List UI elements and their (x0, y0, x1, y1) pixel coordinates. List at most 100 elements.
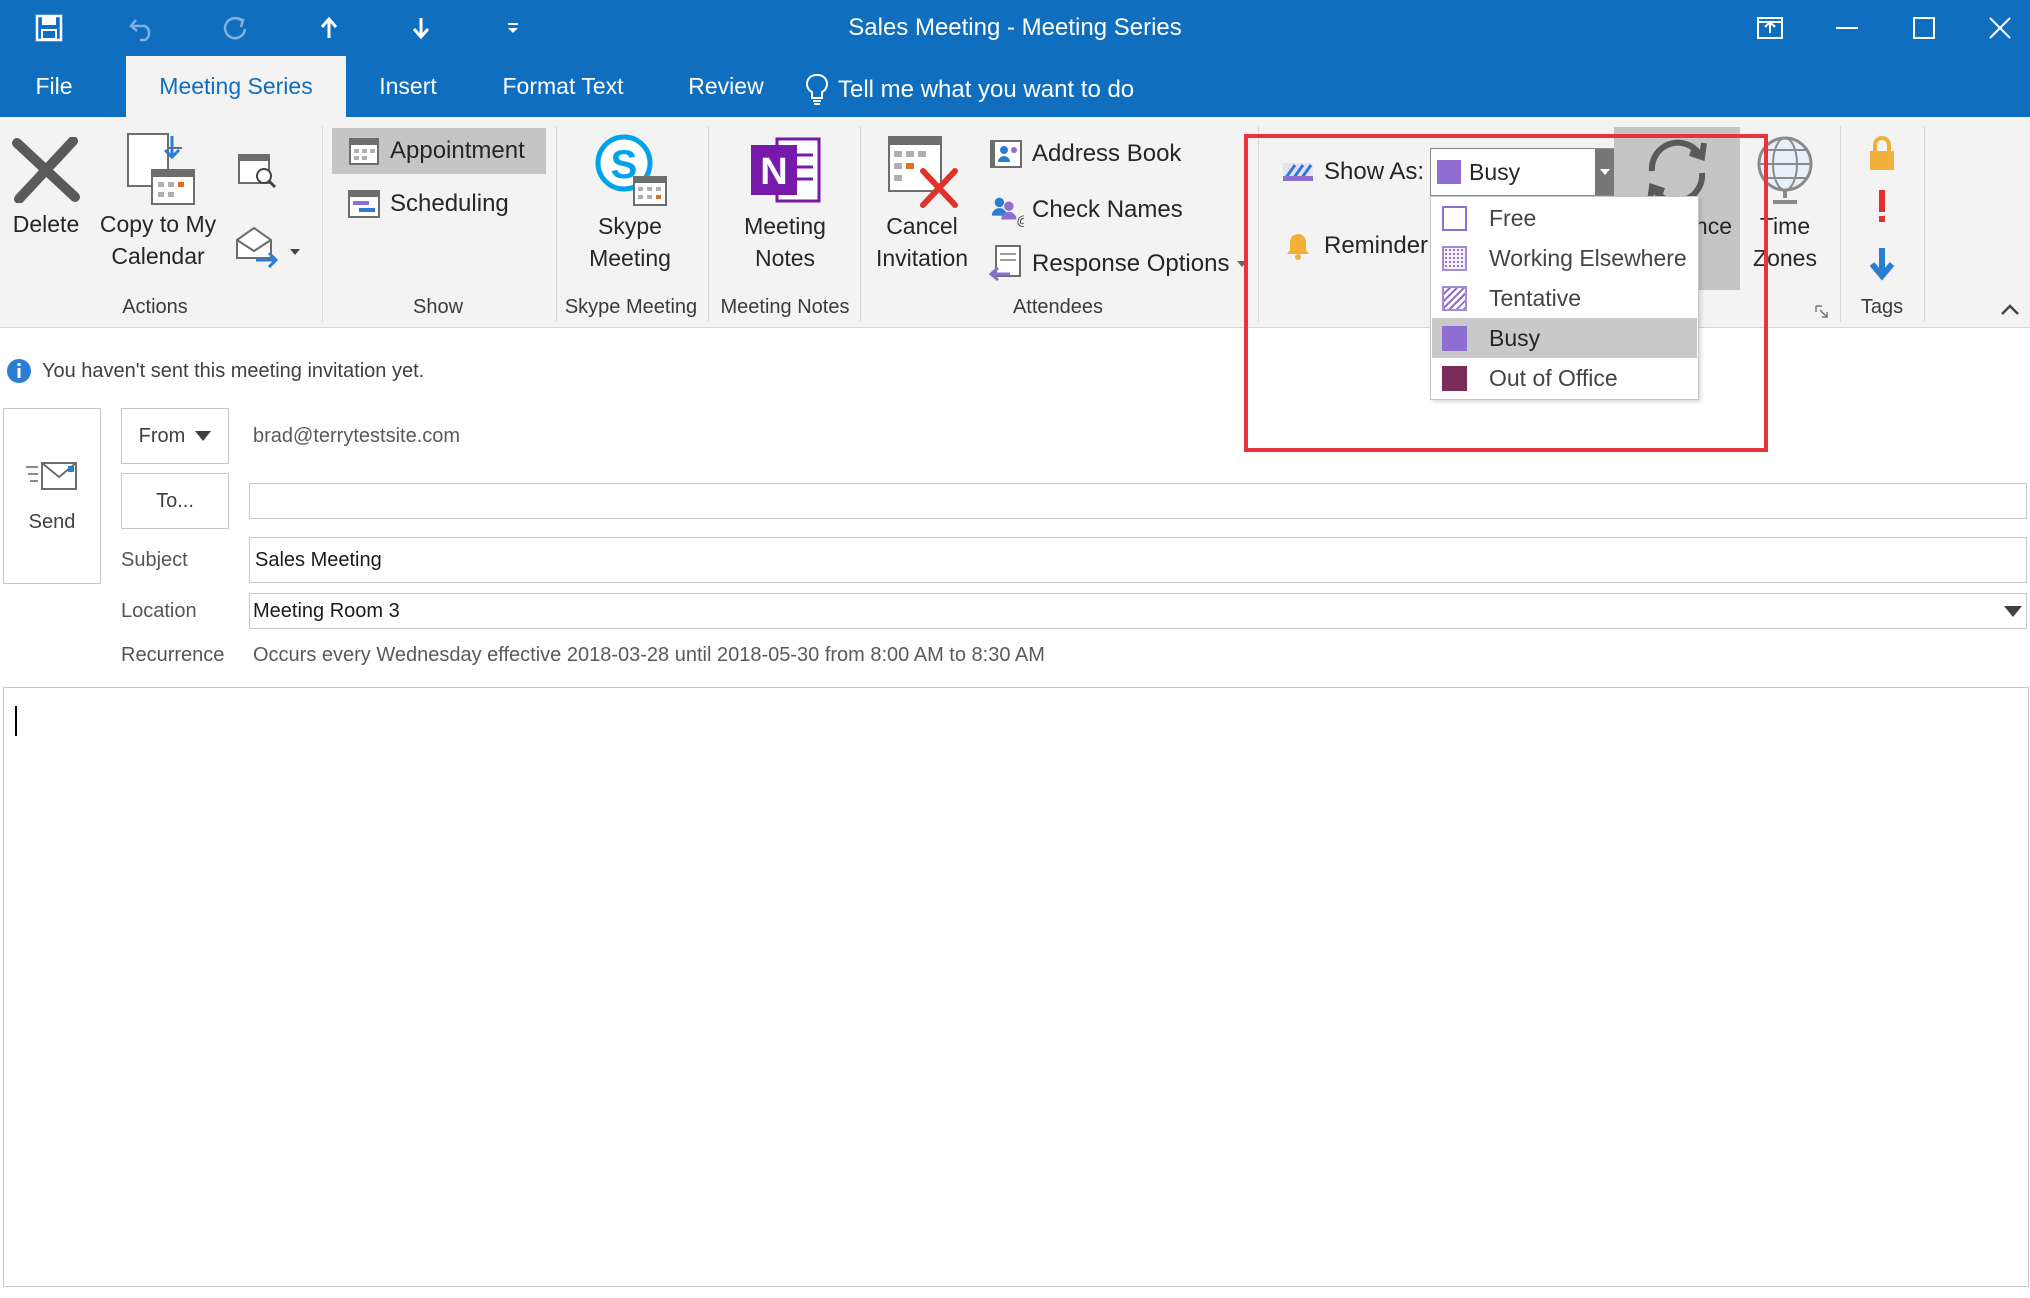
group-separator (1924, 126, 1925, 322)
show-as-icon (1280, 154, 1316, 190)
skype-label-2: Meeting (589, 245, 671, 271)
text-cursor (15, 706, 17, 736)
cancel-invitation-icon (883, 130, 961, 210)
copy-label-2: Calendar (111, 243, 205, 269)
location-field[interactable]: Meeting Room 3 (249, 593, 2027, 629)
group-separator (556, 126, 557, 322)
tab-meeting-series[interactable]: Meeting Series (126, 56, 346, 117)
meeting-notes-button[interactable]: N Meeting Notes (720, 130, 850, 274)
show-as-option-working-elsewhere[interactable]: Working Elsewhere (1432, 238, 1697, 278)
delete-label: Delete (12, 211, 80, 237)
private-lock-icon[interactable] (1866, 134, 1898, 174)
minimize-icon[interactable] (1812, 0, 1882, 56)
response-options-button[interactable]: Response Options (988, 242, 1248, 286)
ribbon-display-options-icon[interactable] (1735, 0, 1805, 56)
show-as-value: Busy (1469, 158, 1521, 185)
subject-field[interactable]: Sales Meeting (249, 537, 2027, 583)
from-label: From (138, 424, 186, 447)
copy-to-my-calendar-button[interactable]: Copy to My Calendar (92, 130, 224, 272)
delete-icon (11, 132, 81, 208)
tab-insert[interactable]: Insert (360, 56, 456, 117)
group-separator (860, 126, 861, 322)
show-as-menu: Free Working Elsewhere Tentative Busy Ou… (1430, 196, 1699, 400)
to-button[interactable]: To... (121, 473, 229, 529)
address-book-icon (988, 136, 1024, 172)
check-names-label: Check Names (1032, 196, 1183, 223)
arrow-up-icon[interactable] (306, 6, 352, 50)
tab-format-text[interactable]: Format Text (490, 56, 636, 117)
chevron-down-icon (1237, 261, 1248, 267)
skype-icon: S (590, 130, 670, 210)
appointment-icon (346, 133, 382, 169)
tell-me-box[interactable]: Tell me what you want to do (806, 68, 1134, 112)
option-label: Working Elsewhere (1489, 244, 1687, 271)
high-importance-icon[interactable] (1872, 186, 1892, 226)
skype-meeting-button[interactable]: S Skype Meeting (566, 130, 694, 274)
tell-me-label: Tell me what you want to do (838, 76, 1135, 103)
copy-label-1: Copy to My (99, 211, 217, 237)
show-as-option-free[interactable]: Free (1432, 198, 1697, 238)
globe-icon (1753, 130, 1817, 210)
time-zones-label-1: Time (1759, 213, 1811, 239)
bell-icon (1280, 228, 1316, 264)
redo-icon[interactable] (212, 6, 258, 50)
calendar-search-icon[interactable] (236, 150, 278, 190)
check-names-button[interactable]: @ Check Names (988, 188, 1183, 232)
show-as-text: Show As: (1324, 158, 1425, 185)
show-as-dropdown-arrow[interactable] (1595, 149, 1614, 195)
to-label: To... (156, 489, 194, 512)
cancel-label-2: Invitation (875, 245, 969, 271)
group-label-meeting-notes: Meeting Notes (720, 296, 850, 318)
send-button[interactable]: Send (3, 408, 101, 584)
scheduling-label: Scheduling (390, 190, 509, 217)
tentative-swatch (1442, 285, 1467, 311)
show-as-option-tentative[interactable]: Tentative (1432, 278, 1697, 318)
message-body[interactable] (3, 687, 2029, 1287)
show-as-option-out-of-office[interactable]: Out of Office (1432, 358, 1697, 398)
forward-dropdown[interactable] (234, 224, 302, 269)
location-label: Location (121, 599, 197, 622)
customize-qat-icon[interactable] (490, 6, 536, 50)
meeting-notes-label-1: Meeting (744, 213, 826, 239)
low-importance-icon[interactable] (1866, 244, 1898, 284)
forward-envelope-icon (234, 224, 280, 273)
cancel-invitation-button[interactable]: Cancel Invitation (866, 130, 978, 274)
to-field[interactable] (249, 483, 2027, 519)
collapse-ribbon-icon[interactable] (2000, 302, 2020, 318)
arrow-down-icon[interactable] (398, 6, 444, 50)
chevron-down-icon (290, 242, 300, 260)
from-button[interactable]: From (121, 408, 229, 464)
group-label-actions: Actions (122, 296, 188, 318)
lightbulb-icon (806, 73, 828, 107)
appointment-label: Appointment (390, 137, 525, 164)
location-dropdown-icon[interactable] (2004, 606, 2022, 617)
scheduling-icon (346, 186, 382, 222)
from-address: brad@terrytestsite.com (253, 424, 461, 447)
show-as-dropdown[interactable]: Busy (1430, 148, 1614, 196)
meeting-notes-label-2: Notes (754, 245, 816, 271)
time-zones-button[interactable]: Time Zones (1740, 130, 1830, 274)
address-book-button[interactable]: Address Book (988, 132, 1181, 176)
recurrence-text: Occurs every Wednesday effective 2018-03… (253, 643, 1045, 666)
svg-text:@: @ (1016, 213, 1024, 228)
option-label: Tentative (1489, 284, 1582, 311)
undo-icon[interactable] (120, 6, 166, 50)
option-label: Busy (1489, 324, 1541, 351)
delete-button[interactable]: Delete (6, 132, 86, 240)
tab-file[interactable]: File (0, 56, 108, 117)
dialog-launcher-icon[interactable] (1814, 304, 1830, 320)
group-separator (708, 126, 709, 322)
group-label-skype-meeting: Skype Meeting (564, 296, 698, 318)
maximize-icon[interactable] (1889, 0, 1959, 56)
out-of-office-swatch (1442, 365, 1467, 391)
response-options-label: Response Options (1032, 250, 1230, 277)
subject-label: Subject (121, 548, 188, 571)
show-as-option-busy[interactable]: Busy (1432, 318, 1697, 358)
save-icon[interactable] (26, 6, 72, 50)
group-label-attendees: Attendees (1012, 296, 1104, 318)
chevron-down-icon (195, 431, 212, 441)
tab-review[interactable]: Review (676, 56, 776, 117)
close-icon[interactable] (1965, 0, 2030, 56)
appointment-button[interactable]: Appointment (332, 128, 546, 174)
scheduling-button[interactable]: Scheduling (346, 182, 509, 226)
